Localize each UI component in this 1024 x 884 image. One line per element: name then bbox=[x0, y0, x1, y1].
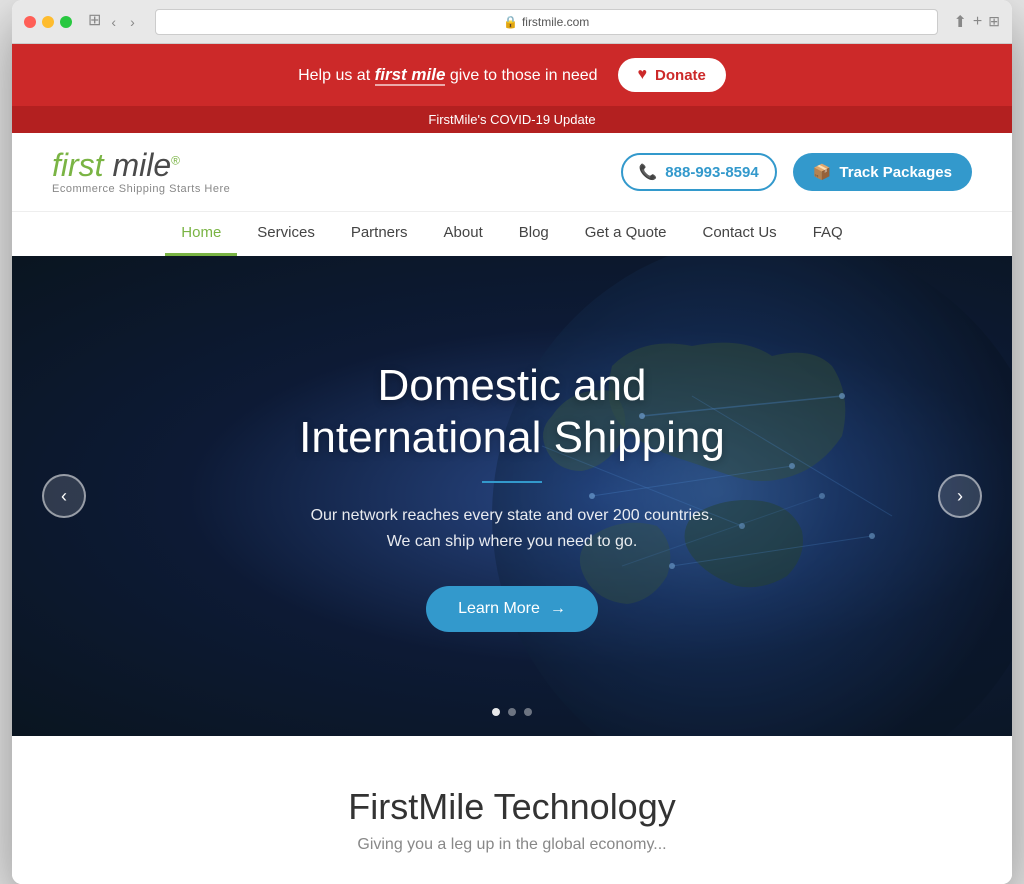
share-button[interactable]: ⬆ bbox=[954, 12, 967, 32]
browser-titlebar: ⊞ ‹ › 🔒 firstmile.com ⬆ + ⊞ bbox=[12, 0, 1012, 44]
nav-partners[interactable]: Partners bbox=[335, 212, 424, 256]
hero-content: Domestic and International Shipping Our … bbox=[279, 360, 745, 633]
next-icon: › bbox=[957, 486, 963, 507]
hero-title: Domestic and International Shipping bbox=[299, 360, 725, 466]
hero-pagination bbox=[492, 708, 532, 716]
hero-prev-arrow[interactable]: ‹ bbox=[42, 474, 86, 518]
donation-banner: Help us at first mile give to those in n… bbox=[12, 44, 1012, 106]
phone-number: 888-993-8594 bbox=[665, 164, 758, 181]
heart-icon: ♥ bbox=[638, 66, 648, 84]
hero-section: ‹ Domestic and International Shipping Ou… bbox=[12, 256, 1012, 736]
back-button[interactable]: ‹ bbox=[107, 10, 120, 34]
browser-actions: ⬆ + ⊞ bbox=[954, 12, 1000, 32]
hero-subtitle: Our network reaches every state and over… bbox=[299, 503, 725, 554]
logo-mile: mile bbox=[104, 147, 172, 183]
donate-button[interactable]: ♥ Donate bbox=[618, 58, 726, 92]
minimize-button[interactable] bbox=[42, 16, 54, 28]
donation-text: Help us at first mile give to those in n… bbox=[298, 65, 597, 85]
nav-about[interactable]: About bbox=[428, 212, 499, 256]
browser-nav: ⊞ ‹ › bbox=[88, 10, 139, 34]
bottom-subtitle: Giving you a leg up in the global econom… bbox=[52, 836, 972, 854]
header: first mile® Ecommerce Shipping Starts He… bbox=[12, 133, 1012, 211]
logo[interactable]: first mile® Ecommerce Shipping Starts He… bbox=[52, 149, 230, 195]
nav-blog[interactable]: Blog bbox=[503, 212, 565, 256]
logo-first: first bbox=[52, 147, 104, 183]
address-bar[interactable]: 🔒 firstmile.com bbox=[155, 9, 938, 35]
security-icon: 🔒 bbox=[503, 15, 518, 29]
nav-contact-us[interactable]: Contact Us bbox=[686, 212, 792, 256]
nav-services[interactable]: Services bbox=[241, 212, 331, 256]
browser-window: ⊞ ‹ › 🔒 firstmile.com ⬆ + ⊞ Help us at f… bbox=[12, 0, 1012, 884]
learn-more-button[interactable]: Learn More → bbox=[426, 586, 598, 632]
hero-dot-2[interactable] bbox=[508, 708, 516, 716]
main-nav: Home Services Partners About Blog Get a … bbox=[12, 211, 1012, 256]
new-tab-button[interactable]: + bbox=[973, 12, 982, 32]
banner-logo: first mile bbox=[375, 65, 446, 86]
website-content: Help us at first mile give to those in n… bbox=[12, 44, 1012, 884]
covid-text: FirstMile's COVID-19 Update bbox=[428, 112, 595, 127]
url-text: firstmile.com bbox=[522, 15, 589, 29]
window-layout-icon: ⊞ bbox=[88, 10, 101, 34]
hero-dot-1[interactable] bbox=[492, 708, 500, 716]
maximize-button[interactable] bbox=[60, 16, 72, 28]
track-packages-button[interactable]: 📦 Track Packages bbox=[793, 153, 972, 191]
bottom-title: FirstMile Technology bbox=[52, 786, 972, 828]
nav-get-a-quote[interactable]: Get a Quote bbox=[569, 212, 683, 256]
phone-button[interactable]: 📞 888-993-8594 bbox=[621, 153, 777, 191]
forward-button[interactable]: › bbox=[126, 10, 139, 34]
prev-icon: ‹ bbox=[61, 486, 67, 507]
close-button[interactable] bbox=[24, 16, 36, 28]
package-icon: 📦 bbox=[813, 163, 832, 181]
arrow-icon: → bbox=[550, 600, 566, 618]
covid-banner[interactable]: FirstMile's COVID-19 Update bbox=[12, 106, 1012, 133]
phone-icon: 📞 bbox=[639, 163, 658, 181]
nav-faq[interactable]: FAQ bbox=[797, 212, 859, 256]
hero-dot-3[interactable] bbox=[524, 708, 532, 716]
hero-next-arrow[interactable]: › bbox=[938, 474, 982, 518]
hero-divider bbox=[482, 481, 542, 483]
bottom-section: FirstMile Technology Giving you a leg up… bbox=[12, 736, 1012, 884]
browser-controls bbox=[24, 16, 72, 28]
track-label: Track Packages bbox=[839, 164, 952, 181]
nav-home[interactable]: Home bbox=[165, 212, 237, 256]
extensions-button[interactable]: ⊞ bbox=[988, 12, 1000, 32]
logo-brand: first mile® bbox=[52, 149, 230, 181]
logo-tagline: Ecommerce Shipping Starts Here bbox=[52, 183, 230, 195]
header-right: 📞 888-993-8594 📦 Track Packages bbox=[621, 153, 972, 191]
